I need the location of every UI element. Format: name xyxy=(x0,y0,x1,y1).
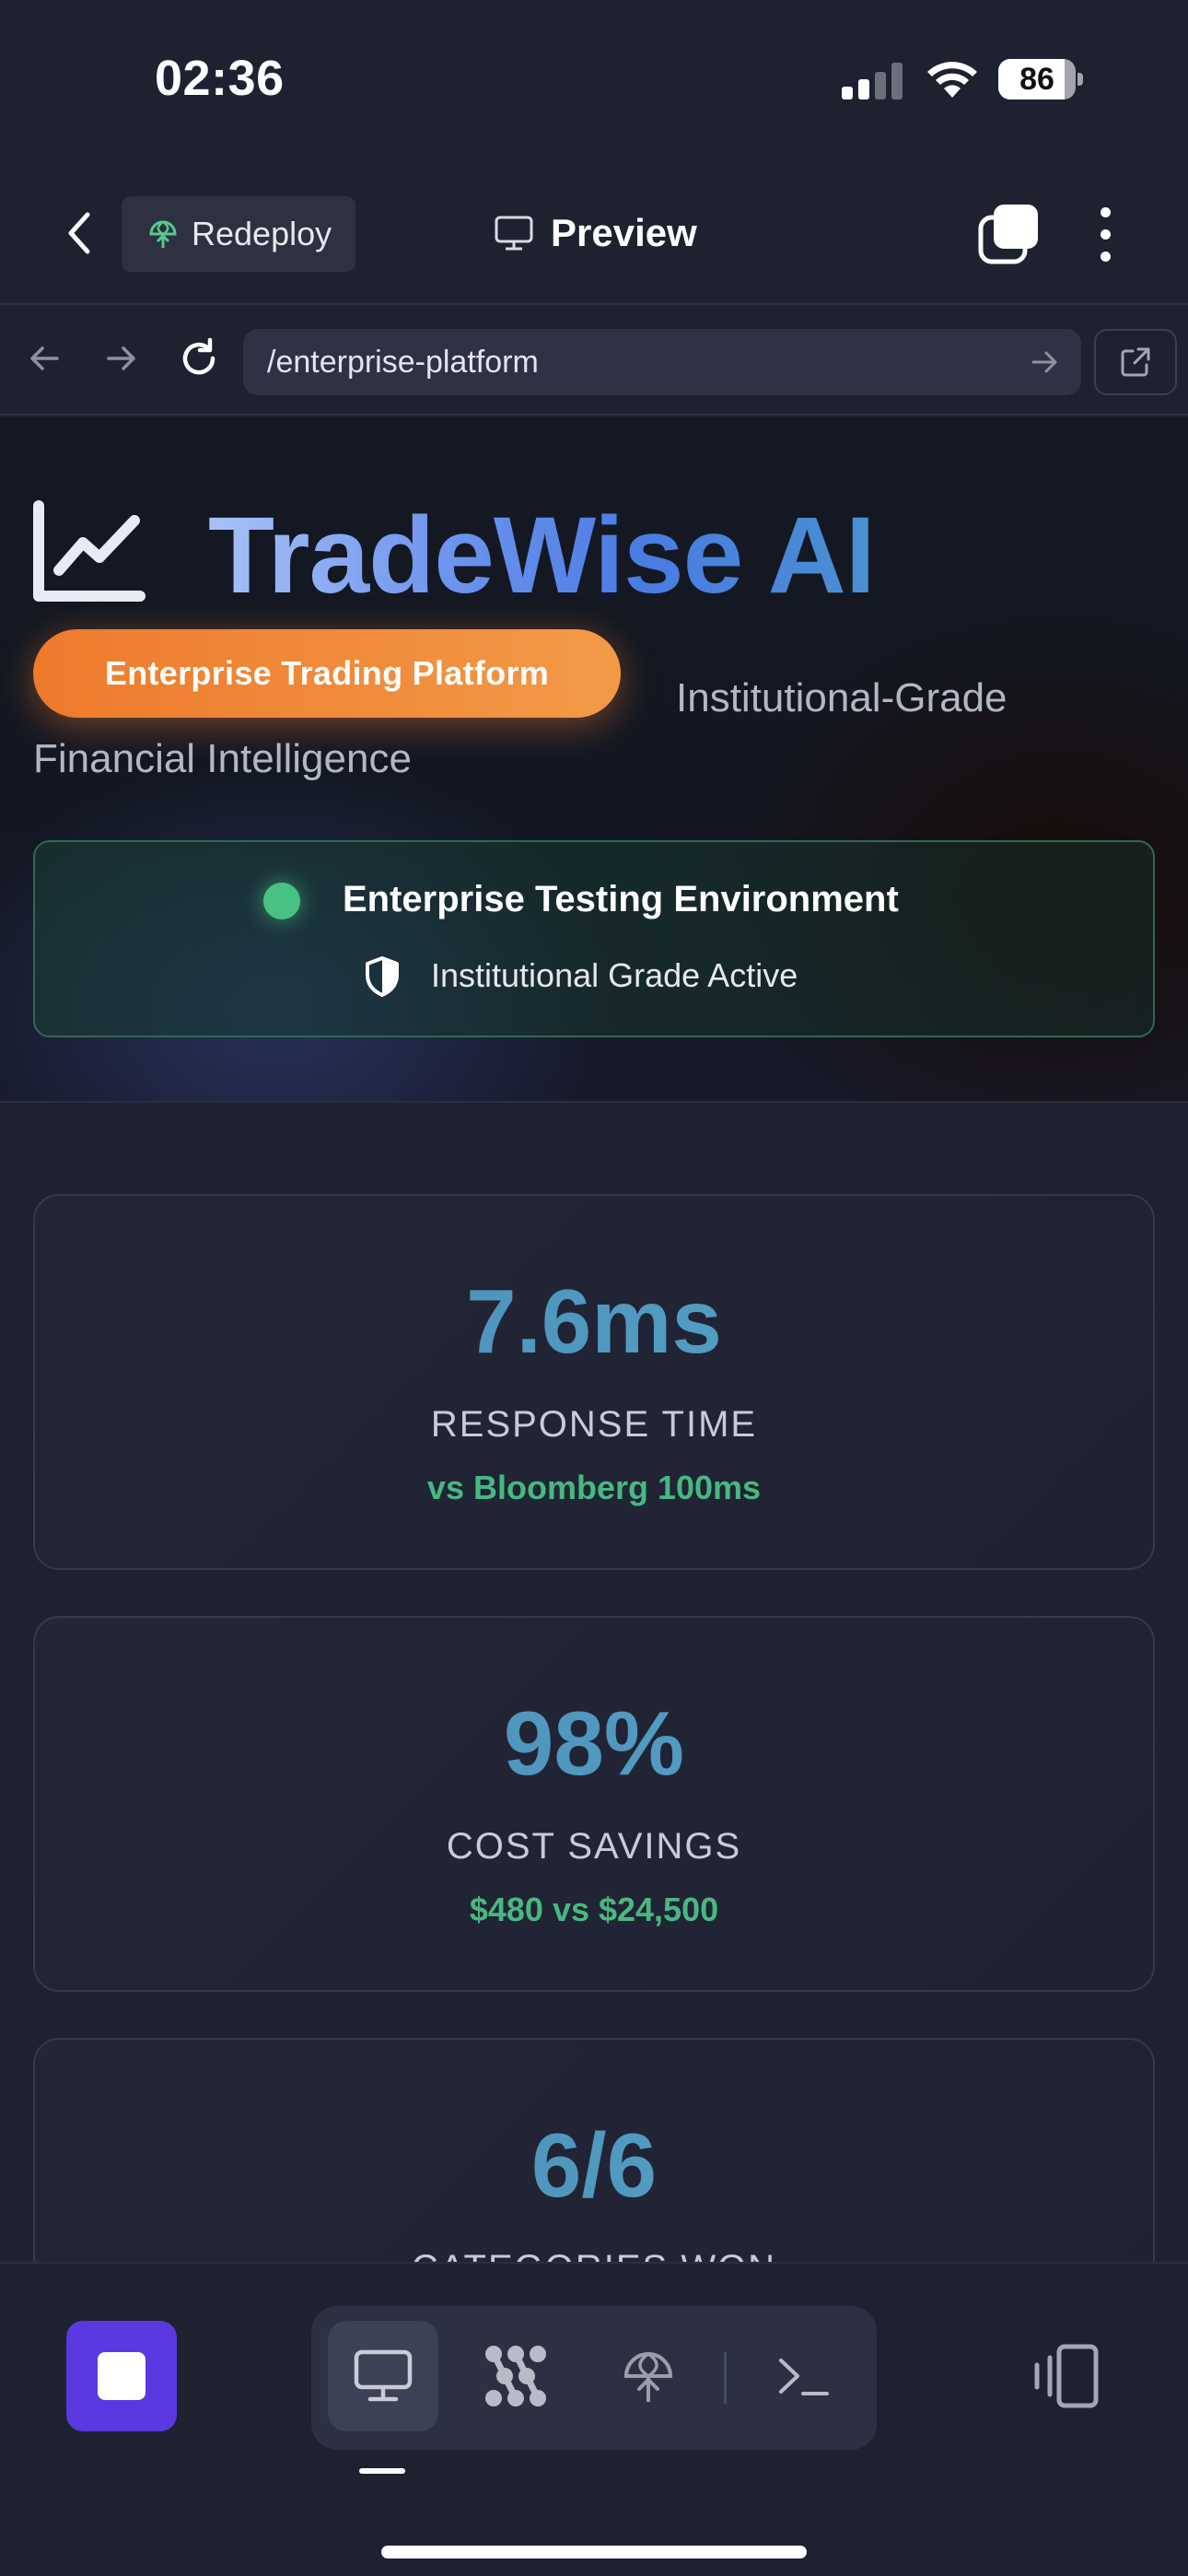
stop-icon xyxy=(98,2352,146,2400)
globe-deploy-icon xyxy=(149,220,177,248)
battery-level: 86 xyxy=(1019,62,1054,97)
metric-comparison: $480 vs $24,500 xyxy=(469,1891,719,1928)
metric-label: RESPONSE TIME xyxy=(430,1404,758,1445)
workflow-icon xyxy=(485,2346,546,2406)
tabs-icon[interactable] xyxy=(976,202,1041,266)
environment-title: Enterprise Testing Environment xyxy=(343,879,899,919)
metric-card-cost-savings: 98% COST SAVINGS $480 vs $24,500 xyxy=(33,1616,1155,1992)
stop-button[interactable] xyxy=(66,2321,177,2431)
home-indicator xyxy=(381,2546,807,2558)
reload-button[interactable] xyxy=(173,333,225,384)
hero-subtitle-line2: Financial Intelligence xyxy=(33,736,412,781)
app-header: Redeploy Preview xyxy=(0,161,1188,305)
status-time: 02:36 xyxy=(155,51,285,106)
tool-divider xyxy=(724,2352,727,2404)
nav-back-button[interactable] xyxy=(18,333,70,384)
more-vertical-icon[interactable] xyxy=(1087,202,1124,266)
page-title: Preview xyxy=(494,205,697,261)
back-button[interactable] xyxy=(52,205,107,261)
redeploy-label: Redeploy xyxy=(192,215,332,252)
status-bar: 02:36 86 xyxy=(0,0,1188,161)
active-tab-indicator xyxy=(359,2468,405,2474)
monitor-icon xyxy=(495,216,533,251)
metric-label: COST SAVINGS xyxy=(446,1826,742,1867)
tool-deploy-button[interactable] xyxy=(593,2321,704,2431)
globe-deploy-icon xyxy=(623,2352,673,2402)
chevron-left-icon xyxy=(68,212,90,254)
metric-card-response-time: 7.6ms RESPONSE TIME vs Bloomberg 100ms xyxy=(33,1194,1155,1570)
hero-subtitle-line1: Institutional-Grade xyxy=(676,675,1007,720)
tool-terminal-button[interactable] xyxy=(748,2321,858,2431)
bottom-dock xyxy=(0,2262,1188,2576)
tool-workflows-button[interactable] xyxy=(460,2321,571,2431)
url-text: /enterprise-platform xyxy=(267,344,539,380)
url-go-icon[interactable] xyxy=(1026,344,1063,381)
shield-icon xyxy=(366,956,399,997)
external-link-icon xyxy=(1121,347,1150,377)
hero-section: TradeWise AI Enterprise Trading Platform… xyxy=(0,417,1188,1103)
tool-switcher xyxy=(311,2306,877,2450)
line-chart-icon xyxy=(33,500,146,602)
browser-bar: /enterprise-platform xyxy=(0,307,1188,416)
wifi-icon xyxy=(927,62,977,98)
status-dot xyxy=(263,883,300,919)
nav-forward-button[interactable] xyxy=(96,333,147,384)
redeploy-button[interactable]: Redeploy xyxy=(122,196,355,272)
cellular-signal-icon xyxy=(842,63,904,100)
url-field[interactable]: /enterprise-platform xyxy=(243,329,1081,395)
open-external-button[interactable] xyxy=(1094,329,1177,395)
environment-status: Institutional Grade Active xyxy=(431,956,798,994)
metric-comparison: vs Bloomberg 100ms xyxy=(426,1469,762,1506)
devices-icon[interactable] xyxy=(1031,2341,1101,2411)
monitor-icon xyxy=(354,2349,413,2402)
arrow-left-icon xyxy=(30,346,59,370)
metric-value: 98% xyxy=(35,1692,1153,1796)
reload-icon xyxy=(182,337,215,375)
terminal-icon xyxy=(779,2359,829,2395)
tool-preview-button[interactable] xyxy=(328,2321,438,2431)
brand-title: TradeWise AI xyxy=(208,491,876,622)
battery-icon: 86 xyxy=(998,59,1083,100)
metric-value: 6/6 xyxy=(35,2113,1153,2218)
environment-panel: Enterprise Testing Environment Instituti… xyxy=(33,840,1155,1037)
page-title-label: Preview xyxy=(551,211,697,254)
metric-value: 7.6ms xyxy=(35,1270,1153,1374)
platform-badge: Enterprise Trading Platform xyxy=(33,629,621,718)
arrow-right-icon xyxy=(107,346,135,370)
